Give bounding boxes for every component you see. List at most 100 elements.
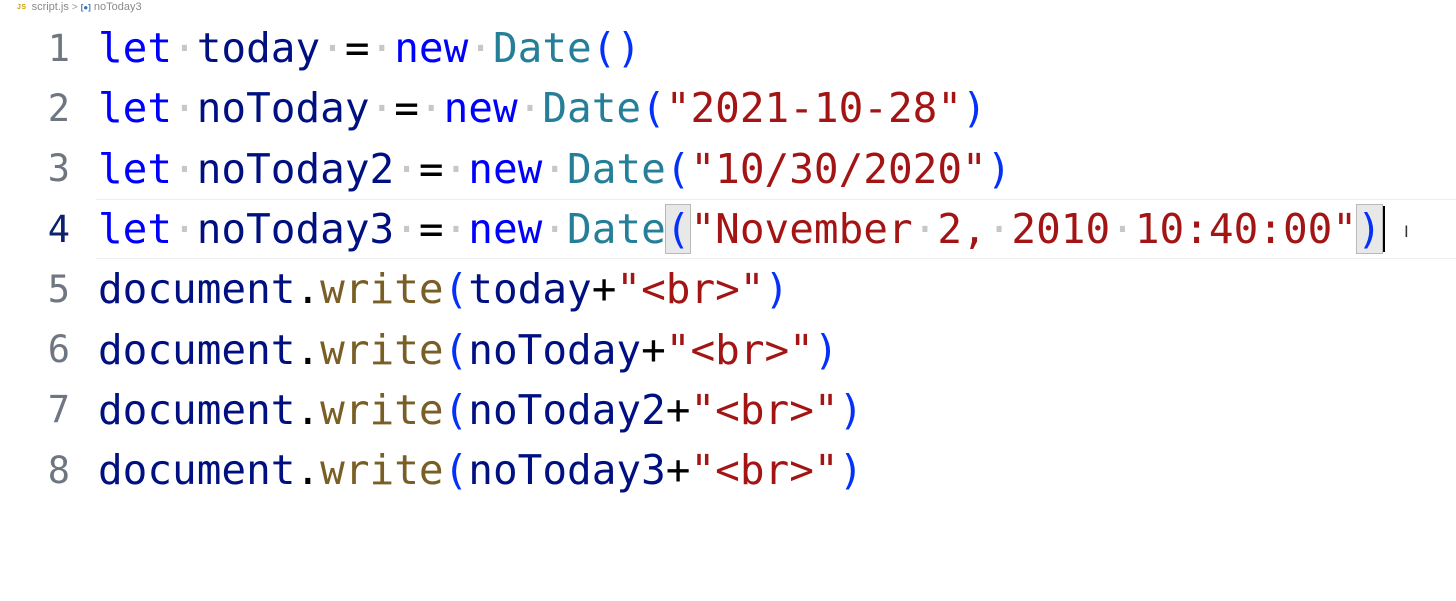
operator-token: + <box>641 325 666 374</box>
class-token: Date <box>567 144 666 193</box>
string-token: "<br>" <box>665 325 814 374</box>
whitespace-marker: · <box>517 84 543 133</box>
breadcrumb-file[interactable]: JS script.js <box>0 1 69 13</box>
identifier-token: noToday <box>468 325 642 374</box>
bracket-token: ) <box>764 265 790 314</box>
string-token: "November <box>690 205 913 254</box>
keyword-token: let <box>98 144 173 193</box>
code-line[interactable]: 7 document. write(noToday2 + "<br>") <box>0 380 1456 440</box>
class-token: Date <box>567 205 666 254</box>
code-text[interactable]: let · noToday2 · = · new · Date("10/30/2020") <box>98 145 1011 193</box>
class-token: Date <box>542 84 642 133</box>
line-number: 2 <box>47 86 70 130</box>
whitespace-marker: · <box>986 205 1012 254</box>
operator-token: + <box>665 446 691 495</box>
code-line[interactable]: 5 document. write(today + "<br>") <box>0 259 1456 319</box>
identifier-token: document <box>98 265 296 314</box>
whitespace-marker: · <box>394 205 419 254</box>
string-token: "<br>" <box>690 446 839 495</box>
keyword-token: new <box>443 84 518 133</box>
text-cursor-ibeam-icon: I <box>1404 222 1409 241</box>
string-token: "<br>" <box>616 265 765 314</box>
keyword-token: let <box>98 24 173 73</box>
operator-token: = <box>418 144 444 193</box>
code-line[interactable]: 4 let · noToday3 · = · new · Date("November · 2, · 20… <box>0 198 1456 260</box>
string-token: "2021-10-28" <box>665 84 963 133</box>
line-number: 4 <box>47 207 70 251</box>
function-token: write <box>320 325 444 374</box>
code-line[interactable]: 6 document. write(noToday + "<br>") <box>0 319 1456 379</box>
function-token: write <box>320 265 444 314</box>
bracket-token: ( <box>443 325 469 374</box>
breadcrumb: JS script.js > [●] noToday3 <box>0 0 142 14</box>
matched-bracket-token: ( <box>664 204 692 255</box>
bracket-token: ( <box>443 265 469 314</box>
code-text[interactable]: document. write(noToday3 + "<br>") <box>98 446 863 494</box>
matched-bracket-token: ) <box>1356 204 1383 255</box>
bracket-token: ) <box>986 144 1012 193</box>
identifier-token: noToday <box>196 84 370 133</box>
code-text[interactable]: document. write(today + "<br>") <box>98 265 789 313</box>
code-text[interactable]: document. write(noToday2 + "<br>") <box>98 386 863 434</box>
whitespace-marker: · <box>172 205 197 254</box>
whitespace-marker: · <box>443 205 469 254</box>
whitespace-marker: · <box>369 24 395 73</box>
code-text[interactable]: let · noToday3 · = · new · Date("November · 2, · 201… <box>98 204 1385 255</box>
code-line[interactable]: 8 document. write(noToday3 + "<br>") <box>0 440 1456 500</box>
identifier-token: today <box>468 265 592 314</box>
operator-token: . <box>295 385 321 434</box>
line-number: 7 <box>47 388 70 432</box>
whitespace-marker: · <box>468 24 493 73</box>
code-text[interactable]: document. write(noToday + "<br>") <box>98 326 839 374</box>
identifier-token: document <box>98 446 296 495</box>
line-number: 3 <box>47 147 70 191</box>
whitespace-marker: · <box>172 84 197 133</box>
breadcrumb-separator-icon: > <box>71 1 78 13</box>
line-number: 1 <box>47 26 70 70</box>
whitespace-marker: · <box>1110 205 1135 254</box>
keyword-token: new <box>468 144 543 193</box>
identifier-token: noToday3 <box>468 446 666 495</box>
string-token: 10:40:00" <box>1134 205 1358 254</box>
bracket-token: ) <box>838 446 864 495</box>
operator-token: + <box>665 385 691 434</box>
function-token: write <box>320 385 444 434</box>
breadcrumb-file-label: script.js <box>31 1 69 13</box>
keyword-token: let <box>98 205 173 254</box>
breadcrumb-symbol[interactable]: [●] noToday3 <box>81 1 142 13</box>
whitespace-marker: · <box>443 144 469 193</box>
string-token: 2010 <box>1011 205 1111 254</box>
whitespace-marker: · <box>320 24 345 73</box>
code-text[interactable]: let · today · = · new · Date() <box>98 24 641 72</box>
code-line[interactable]: 2 let · noToday · = · new · Date("2021-10-28") <box>0 78 1456 138</box>
code-editor[interactable]: 1 let · today · = · new · Date() 2 let · noToday · = · ne… <box>0 18 1456 500</box>
code-line[interactable]: 3 let · noToday2 · = · new · Date("10/30/2020") <box>0 139 1456 199</box>
bracket-token: ) <box>838 385 864 434</box>
code-line[interactable]: 1 let · today · = · new · Date() <box>0 18 1456 78</box>
whitespace-marker: · <box>912 205 938 254</box>
bracket-token: () <box>591 24 642 73</box>
class-token: Date <box>492 24 592 73</box>
javascript-file-icon: JS <box>17 3 27 11</box>
text-caret <box>1382 206 1385 253</box>
keyword-token: let <box>98 84 173 133</box>
operator-token: = <box>418 205 444 254</box>
keyword-token: new <box>468 205 543 254</box>
line-number: 8 <box>47 448 70 492</box>
whitespace-marker: · <box>172 144 197 193</box>
identifier-token: today <box>196 24 321 73</box>
line-number: 5 <box>47 267 70 311</box>
string-token: 2, <box>937 205 987 254</box>
breadcrumb-symbol-label: noToday3 <box>93 1 142 13</box>
code-text[interactable]: let · noToday · = · new · Date("2021-10-28") <box>98 84 987 132</box>
operator-token: . <box>295 265 321 314</box>
operator-token: . <box>295 446 321 495</box>
identifier-token: noToday3 <box>196 205 395 254</box>
identifier-token: document <box>98 325 296 374</box>
whitespace-marker: · <box>369 84 395 133</box>
operator-token: . <box>295 325 321 374</box>
bracket-token: ) <box>813 325 839 374</box>
variable-symbol-icon: [●] <box>80 2 91 12</box>
keyword-token: new <box>394 24 469 73</box>
operator-token: + <box>591 265 617 314</box>
